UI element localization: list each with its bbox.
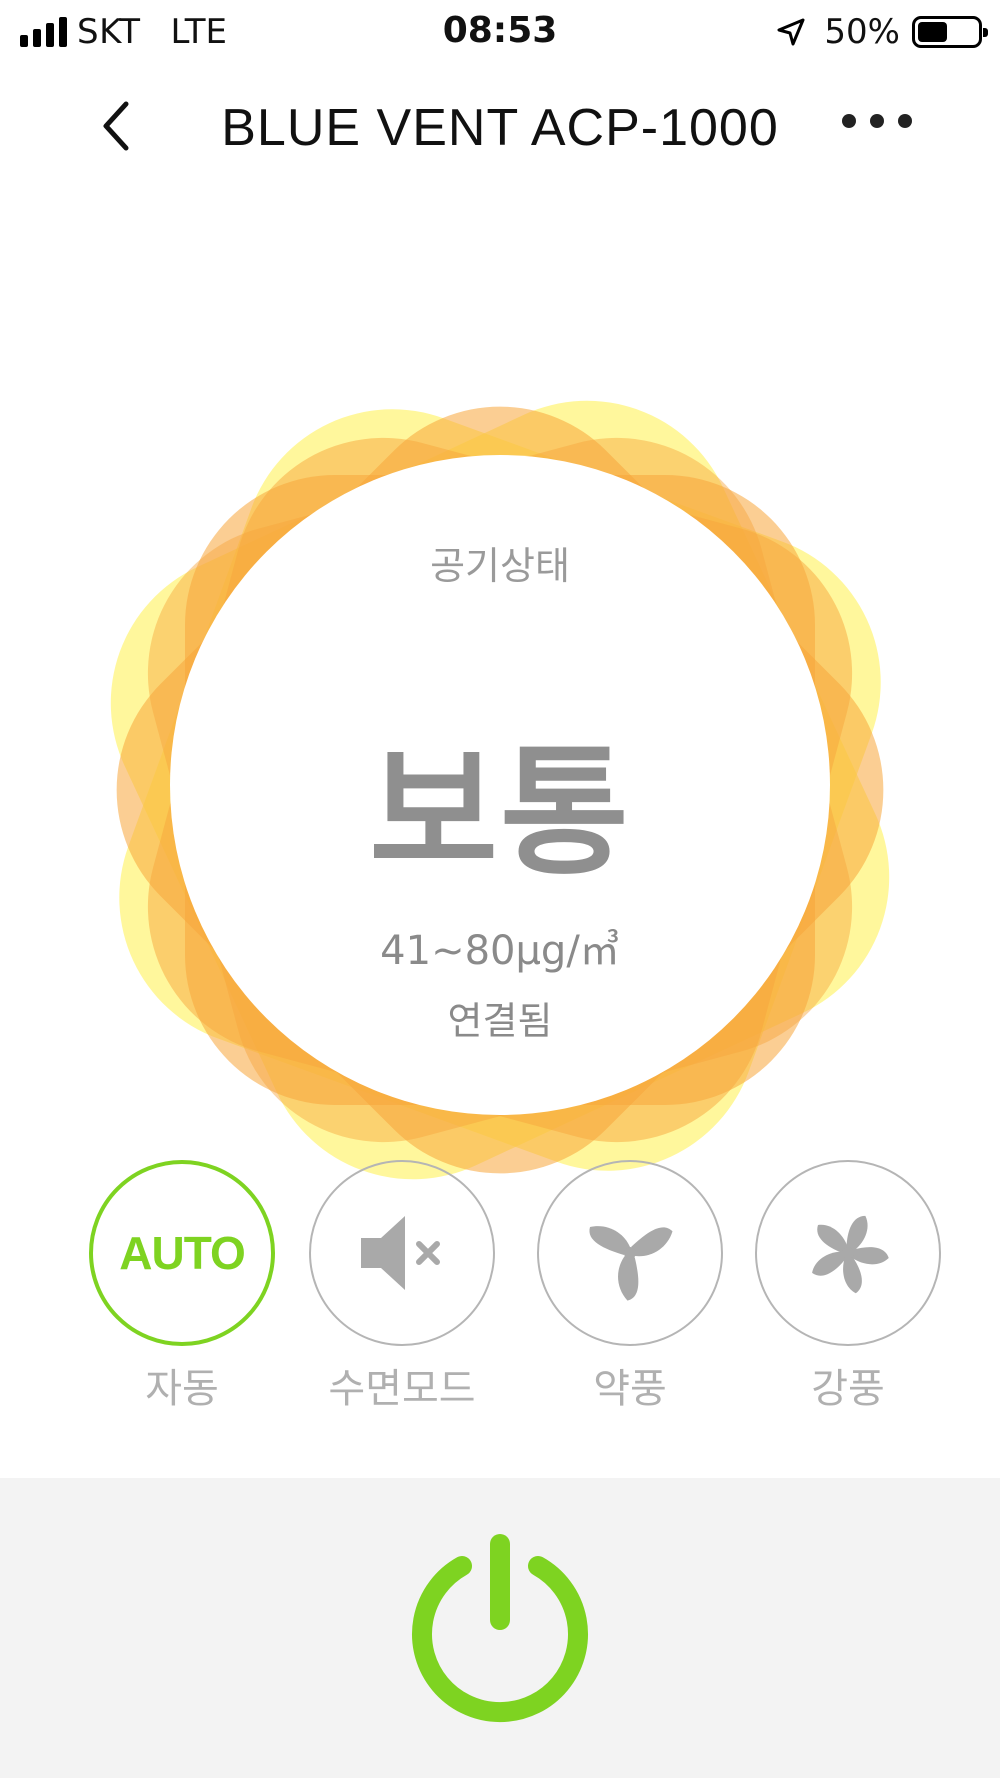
high-fan-button[interactable] [755, 1160, 941, 1346]
mode-sleep: 수면모드 [302, 1160, 502, 1414]
status-bar: SKT LTE 08:53 50% [0, 0, 1000, 64]
battery-tip [983, 28, 988, 37]
speaker-mute-icon [361, 1216, 440, 1290]
low-fan-button[interactable] [537, 1160, 723, 1346]
nav-bar: BLUE VENT ACP-1000 [0, 76, 1000, 176]
mode-auto: AUTO 자동 [82, 1160, 282, 1414]
mode-low: 약풍 [530, 1160, 730, 1414]
battery-icon [912, 16, 988, 48]
fan-five-blade-icon [812, 1215, 889, 1294]
power-icon[interactable] [400, 1530, 600, 1730]
auto-icon-text: AUTO [119, 1227, 245, 1279]
connection-status: 연결됨 [447, 999, 553, 1043]
page-title: BLUE VENT ACP-1000 [221, 99, 779, 157]
mode-high: 강풍 [748, 1160, 948, 1414]
auto-mode-button[interactable]: AUTO [89, 1160, 275, 1346]
air-status-value: 보통 [369, 732, 631, 895]
location-arrow-icon [777, 18, 805, 46]
mode-label-high: 강풍 [811, 1366, 885, 1412]
more-dots-icon[interactable] [842, 114, 912, 128]
mode-label-low: 약풍 [593, 1366, 667, 1412]
status-right: 50% [776, 12, 988, 52]
sleep-mode-button[interactable] [309, 1160, 495, 1346]
fan-three-blade-icon [589, 1226, 673, 1301]
air-status-range: 41~80μg/㎥ [380, 928, 620, 974]
battery-fill [918, 22, 947, 42]
mode-label-auto: 자동 [145, 1366, 219, 1412]
battery-percent: 50% [824, 12, 900, 52]
mode-buttons: AUTO 자동 수면모드 약풍 강풍 [0, 1160, 1000, 1412]
mode-label-sleep: 수면모드 [328, 1366, 476, 1412]
air-status-label: 공기상태 [430, 544, 570, 588]
power-panel [0, 1478, 1000, 1778]
